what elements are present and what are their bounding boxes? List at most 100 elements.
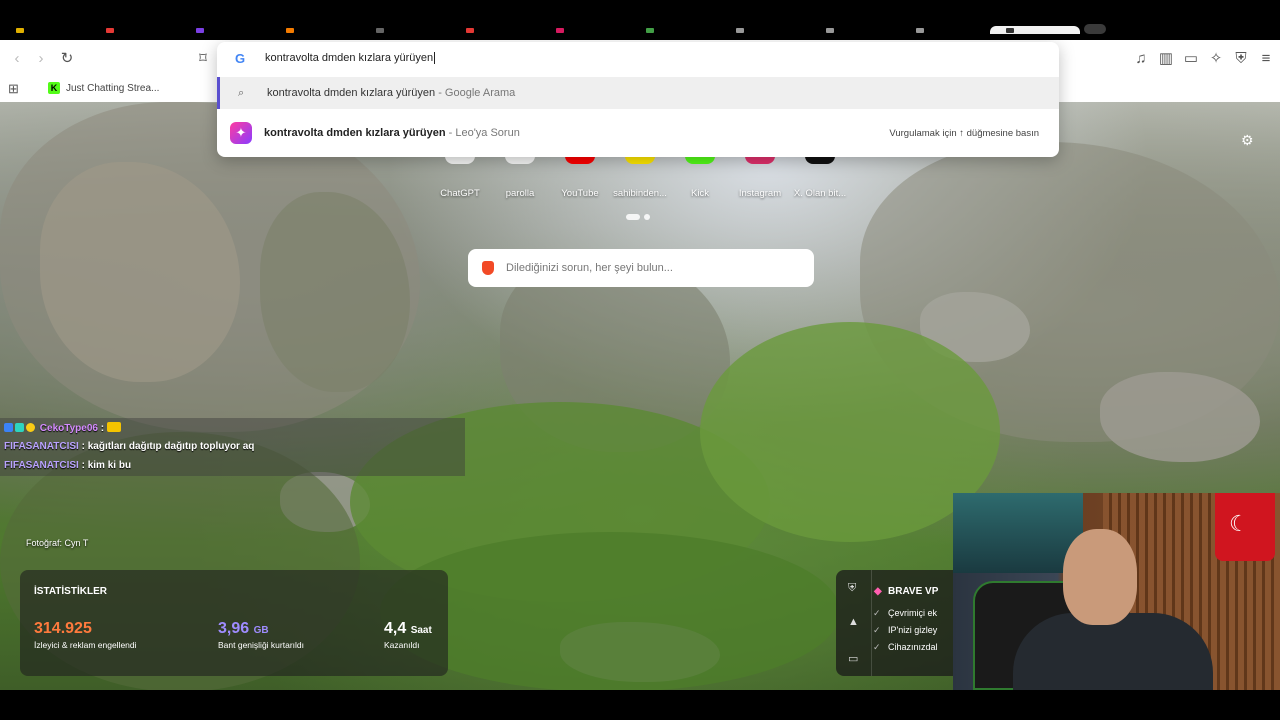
chat-username: FIFASANATCISI xyxy=(4,460,79,471)
tab-favicon-icon xyxy=(106,27,114,33)
stat-description: Bant genişliği kurtarıldı xyxy=(218,640,304,650)
tab[interactable] xyxy=(630,26,720,34)
vpn-feature-text: Cihazınızdal xyxy=(888,642,938,652)
shortcut-label: Instagram xyxy=(738,188,782,199)
shortcut-instagram[interactable]: Instagram xyxy=(730,150,790,199)
chat-text: kim ki bu xyxy=(87,460,132,471)
crescent-star-icon: ☾ xyxy=(1229,511,1249,536)
shortcut-label: X. Olan bit... xyxy=(793,188,847,199)
text-caret xyxy=(434,52,436,65)
check-icon: ✓ xyxy=(873,642,881,652)
tab-favicon-icon xyxy=(466,27,474,33)
tab[interactable] xyxy=(450,26,540,34)
tab[interactable] xyxy=(360,26,450,34)
bookmark-icon[interactable]: ⌑ xyxy=(194,50,212,68)
tab[interactable] xyxy=(270,26,360,34)
search-icon: ⌕ xyxy=(238,86,245,99)
check-icon: ✓ xyxy=(873,608,881,618)
shortcut-x[interactable]: X. Olan bit... xyxy=(790,150,850,199)
stat-value: 3,96 xyxy=(218,620,250,637)
leo-icon[interactable]: ✧ xyxy=(1207,50,1225,68)
stat-unit: GB xyxy=(253,625,269,636)
music-icon[interactable]: ♫ xyxy=(1132,50,1150,68)
vpn-title-text: BRAVE VP xyxy=(888,586,939,597)
tab[interactable] xyxy=(90,26,180,34)
address-bar-input[interactable]: G kontravolta dmden kızlara yürüyen xyxy=(217,42,1059,76)
page-dot-active[interactable] xyxy=(626,214,640,220)
wallet-icon[interactable]: ▭ xyxy=(1182,50,1200,68)
stat-value: 4,4 xyxy=(384,620,407,637)
badge-icon xyxy=(26,423,35,432)
tab[interactable] xyxy=(900,26,990,34)
video-icon[interactable]: ▭ xyxy=(848,652,858,665)
shortcut-label: parolla xyxy=(505,188,535,199)
shortcut-youtube[interactable]: YouTube xyxy=(550,150,610,199)
emote-icon xyxy=(106,422,121,432)
chat-message: FIFASANATCISI : kim ki bu xyxy=(4,460,131,471)
bookmark-item[interactable]: K Just Chatting Strea... xyxy=(48,82,159,94)
vpn-feature-text: Çevrimiçi ek xyxy=(888,608,938,618)
chat-separator: : xyxy=(78,460,88,471)
badge-icon xyxy=(4,423,13,432)
tab-favicon-icon xyxy=(736,27,744,33)
shield-icon[interactable]: ⛨ xyxy=(848,582,856,595)
tab-favicon-icon xyxy=(556,27,564,33)
suggestion-query: kontravolta dmden kızlara yürüyen xyxy=(264,127,446,139)
kick-icon: K xyxy=(48,82,60,94)
reload-icon[interactable]: ↻ xyxy=(58,50,76,68)
tab[interactable] xyxy=(180,26,270,34)
tab-favicon-icon xyxy=(376,27,384,33)
vpn-warning-icon[interactable]: ▲ xyxy=(848,616,859,628)
suggestion-text: kontravolta dmden kızlara yürüyen - Goog… xyxy=(267,87,515,99)
suggestion-source: - Google Arama xyxy=(435,87,516,99)
person-body xyxy=(1013,613,1213,690)
suggestion-text: kontravolta dmden kızlara yürüyen - Leo'… xyxy=(264,127,520,139)
forward-icon[interactable]: › xyxy=(32,50,50,68)
photo-credit[interactable]: Fotoğraf: Cyn T xyxy=(26,538,88,548)
menu-icon[interactable]: ≡ xyxy=(1257,50,1275,68)
chat-username: FIFASANATCISI xyxy=(4,441,79,452)
new-tab-search-box[interactable]: Dilediğinizi sorun, her şeyi bulun... xyxy=(468,249,814,287)
tab-favicon-icon xyxy=(1006,27,1014,33)
chat-separator: : xyxy=(97,423,107,434)
shield-icon[interactable]: ⛨ xyxy=(1232,50,1250,68)
sidebar-icon[interactable]: ▥ xyxy=(1157,50,1175,68)
tab-active[interactable] xyxy=(990,26,1080,34)
stats-title: İSTATİSTİKLER xyxy=(34,586,107,597)
chat-separator: : xyxy=(78,441,88,452)
suggestion-hint: Vurgulamak için ↑ düğmesine basın xyxy=(889,127,1039,139)
query-text: kontravolta dmden kızlara yürüyen xyxy=(265,52,434,64)
customize-gear-icon[interactable]: ⚙ xyxy=(1241,132,1254,149)
page-dot[interactable] xyxy=(644,214,650,220)
page-dots xyxy=(626,214,650,220)
tab-favicon-icon xyxy=(16,27,24,33)
shortcut-parolla[interactable]: parolla xyxy=(490,150,550,199)
suggestion-leo[interactable]: ✦ kontravolta dmden kızlara yürüyen - Le… xyxy=(217,117,1059,149)
shortcut-kick[interactable]: Kick xyxy=(670,150,730,199)
stat-ads-blocked: 314.925 İzleyici & reklam engellendi xyxy=(34,620,137,650)
shortcut-label: YouTube xyxy=(561,188,599,199)
suggestion-google-search[interactable]: ⌕ kontravolta dmden kızlara yürüyen - Go… xyxy=(217,77,1059,109)
stat-value: 314.925 xyxy=(34,620,92,637)
tab[interactable] xyxy=(540,26,630,34)
shortcut-label: Kick xyxy=(691,188,709,199)
tab[interactable] xyxy=(810,26,900,34)
apps-grid-icon[interactable]: ⊞ xyxy=(8,81,19,97)
shortcut-label: sahibinden... xyxy=(613,188,667,199)
top-sites: ChatGPT parolla YouTube sahibinden... Ki… xyxy=(430,150,850,199)
tab[interactable] xyxy=(0,26,90,34)
chat-message: CekoType06 : xyxy=(4,422,121,434)
brave-vpn-widget: ⛨ ▲ ▭ ◆ BRAVE VP ✓ Çevrimiçi ek ✓ IP'nizi g… xyxy=(836,570,954,676)
google-icon: G xyxy=(235,51,246,66)
shortcut-chatgpt[interactable]: ChatGPT xyxy=(430,150,490,199)
chat-message: FIFASANATCISI : kağıtları dağıtıp dağıtı… xyxy=(4,441,254,452)
vpn-shield-icon: ◆ xyxy=(874,586,882,597)
chat-overlay: CekoType06 : FIFASANATCISI : kağıtları d… xyxy=(0,418,465,476)
new-tab-button[interactable] xyxy=(1084,24,1106,34)
tab[interactable] xyxy=(720,26,810,34)
person-head xyxy=(1063,529,1137,625)
back-icon[interactable]: ‹ xyxy=(8,50,26,68)
tab-favicon-icon xyxy=(826,27,834,33)
vpn-feature: ✓ Cihazınızdal xyxy=(873,642,938,652)
shortcut-sahibinden[interactable]: sahibinden... xyxy=(610,150,670,199)
